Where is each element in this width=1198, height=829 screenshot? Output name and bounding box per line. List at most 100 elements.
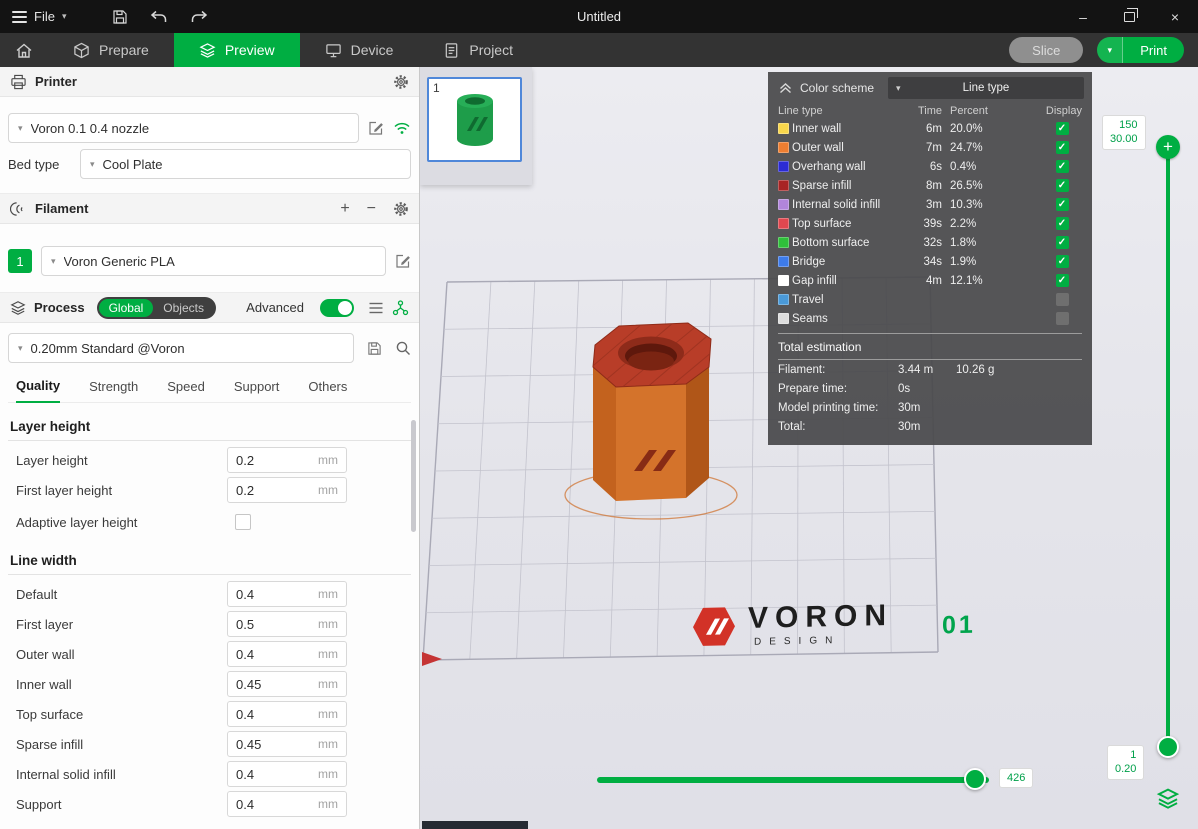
bed-type-select[interactable]: ▾ Cool Plate [80, 149, 411, 179]
process-preset-select[interactable]: ▾ 0.20mm Standard @Voron [8, 333, 354, 363]
setting-input[interactable]: 0.4 mm [227, 641, 347, 667]
add-layer-marker-button[interactable]: + [1156, 135, 1180, 159]
display-checkbox[interactable] [1056, 179, 1069, 192]
app-window: File ▾ Untitled – × Prepare [0, 0, 1198, 829]
tab-others[interactable]: Others [308, 379, 347, 402]
scope-toggle[interactable]: Global Objects [97, 297, 216, 319]
setting-value[interactable]: 0.5 [236, 617, 254, 632]
file-menu-button[interactable]: File ▾ [0, 0, 78, 33]
line-type-name: Bridge [792, 256, 904, 268]
slice-button[interactable]: Slice [1009, 37, 1083, 63]
edit-printer-button[interactable] [368, 120, 384, 136]
total-value: 0s [898, 383, 956, 395]
save-button[interactable] [112, 9, 128, 25]
display-checkbox[interactable] [1056, 122, 1069, 135]
display-checkbox[interactable] [1056, 274, 1069, 287]
print-dropdown-button[interactable]: ▾ [1097, 37, 1123, 63]
display-checkbox[interactable] [1056, 236, 1069, 249]
printer-settings-button[interactable] [393, 74, 409, 90]
setting-input[interactable]: 0.45 mm [227, 731, 347, 757]
filament-select[interactable]: ▾ Voron Generic PLA [41, 246, 386, 276]
group-layer-height: Layer height [8, 415, 411, 441]
setting-value[interactable]: 0.2 [236, 453, 254, 468]
printer-connection-button[interactable] [393, 121, 411, 135]
setting-input[interactable]: 0.4 mm [227, 581, 347, 607]
display-checkbox[interactable] [1056, 293, 1069, 306]
printer-name: Voron 0.1 0.4 nozzle [31, 121, 150, 136]
display-checkbox[interactable] [1056, 198, 1069, 211]
setting-value[interactable]: 0.4 [236, 587, 254, 602]
save-preset-button[interactable] [367, 341, 382, 356]
remove-filament-button[interactable]: − [367, 201, 376, 217]
layer-slider-track[interactable] [1166, 149, 1170, 749]
add-filament-button[interactable]: + [340, 201, 349, 217]
line-type-swatch [778, 313, 789, 324]
sidebar-scrollbar[interactable] [411, 420, 416, 532]
print-button-group[interactable]: ▾ Print [1097, 37, 1184, 63]
tab-support[interactable]: Support [234, 379, 280, 402]
plate-thumbnail[interactable]: 1 [427, 77, 522, 162]
setting-input[interactable]: 0.2 mm [227, 447, 347, 473]
setting-value[interactable]: 0.4 [236, 797, 254, 812]
tab-preview[interactable]: Preview [174, 33, 300, 67]
printer-select[interactable]: ▾ Voron 0.1 0.4 nozzle [8, 113, 359, 143]
display-checkbox[interactable] [1056, 255, 1069, 268]
tab-prepare[interactable]: Prepare [48, 33, 174, 67]
parameter-list-button[interactable] [368, 301, 384, 315]
total-value: 30m [898, 402, 956, 414]
setting-value[interactable]: 0.2 [236, 483, 254, 498]
setting-input[interactable]: 0.4 mm [227, 791, 347, 817]
minimize-button[interactable]: – [1060, 0, 1106, 33]
undo-icon [150, 10, 168, 24]
line-type-percent: 1.9% [942, 256, 1006, 268]
tab-quality[interactable]: Quality [16, 378, 60, 403]
print-button[interactable]: Print [1123, 43, 1184, 58]
setting-value[interactable]: 0.45 [236, 737, 261, 752]
process-tree-button[interactable] [392, 300, 409, 316]
display-checkbox[interactable] [1056, 160, 1069, 173]
setting-label: Layer height [8, 453, 227, 468]
viewport-3d[interactable]: VORON DESIGN 01 [420, 67, 1198, 829]
maximize-button[interactable] [1106, 0, 1152, 33]
edit-filament-button[interactable] [395, 253, 411, 269]
step-slider-track[interactable] [597, 777, 989, 783]
gear-icon [393, 201, 409, 217]
undo-button[interactable] [150, 10, 168, 24]
filament-slot-badge[interactable]: 1 [8, 249, 32, 273]
collapse-legend-button[interactable] [778, 82, 793, 94]
bottom-layer-number: 1 [1115, 748, 1136, 762]
close-button[interactable]: × [1152, 0, 1198, 33]
setting-value[interactable]: 0.4 [236, 647, 254, 662]
search-settings-button[interactable] [395, 340, 411, 356]
setting-input[interactable]: 0.5 mm [227, 611, 347, 637]
filament-settings-button[interactable] [393, 201, 409, 217]
setting-input[interactable]: 0.45 mm [227, 671, 347, 697]
setting-label: Top surface [8, 707, 227, 722]
redo-button[interactable] [190, 10, 208, 24]
setting-input[interactable]: 0.4 mm [227, 701, 347, 727]
tab-speed[interactable]: Speed [167, 379, 205, 402]
color-scheme-select[interactable]: ▾ Line type [888, 77, 1084, 99]
setting-unit: mm [318, 587, 338, 601]
line-type-time: 6s [904, 161, 942, 173]
step-slider-handle[interactable] [964, 768, 986, 790]
advanced-toggle[interactable] [320, 299, 354, 317]
setting-input[interactable]: 0.4 mm [227, 761, 347, 787]
scope-global[interactable]: Global [99, 299, 154, 317]
tab-project[interactable]: Project [418, 33, 538, 67]
setting-value[interactable]: 0.4 [236, 767, 254, 782]
display-checkbox[interactable] [1056, 141, 1069, 154]
display-checkbox[interactable] [1056, 217, 1069, 230]
setting-value[interactable]: 0.45 [236, 677, 261, 692]
layer-slider-handle[interactable] [1157, 736, 1179, 758]
setting-value[interactable]: 0.4 [236, 707, 254, 722]
setting-input[interactable]: 0.2 mm [227, 477, 347, 503]
layer-view-button[interactable] [1156, 787, 1180, 812]
plate-logo-text: VORON [748, 601, 893, 634]
home-button[interactable] [0, 33, 48, 67]
display-checkbox[interactable] [1056, 312, 1069, 325]
tab-strength[interactable]: Strength [89, 379, 138, 402]
scope-objects[interactable]: Objects [153, 299, 214, 317]
tab-device[interactable]: Device [300, 33, 419, 67]
adaptive-layer-height-checkbox[interactable] [235, 514, 251, 530]
